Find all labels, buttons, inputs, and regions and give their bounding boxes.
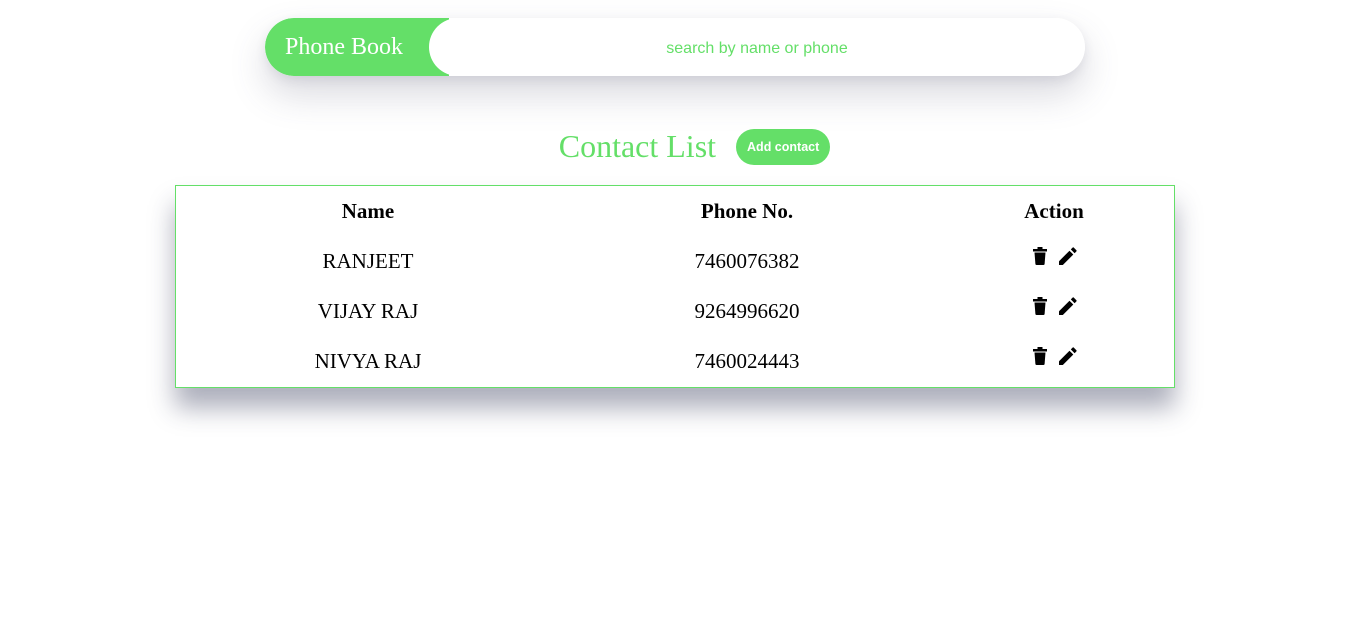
contact-actions [934, 336, 1174, 386]
contact-table: Name Phone No. Action RANJEET 7460076382 [176, 186, 1174, 386]
contact-phone: 7460024443 [694, 348, 800, 373]
column-header-action: Action [1024, 198, 1084, 223]
table-header-row: Name Phone No. Action [176, 186, 1174, 236]
contact-name: RANJEET [322, 248, 414, 273]
contact-name: NIVYA RAJ [314, 348, 422, 373]
column-header-name: Name [341, 198, 395, 223]
action-group [1031, 246, 1077, 266]
contact-table-container: Name Phone No. Action RANJEET 7460076382 [175, 185, 1175, 388]
contact-actions [934, 286, 1174, 336]
page-title: Contact List [558, 128, 717, 164]
contact-actions [934, 236, 1174, 286]
search-field-wrapper[interactable] [429, 18, 1085, 76]
pencil-icon[interactable] [1059, 296, 1077, 316]
contact-phone: 9264996620 [694, 298, 800, 323]
trash-icon[interactable] [1031, 246, 1049, 266]
contact-name: VIJAY RAJ [317, 298, 419, 323]
action-group [1031, 346, 1077, 366]
trash-icon[interactable] [1031, 346, 1049, 366]
search-bar: Phone Book [265, 18, 1085, 76]
trash-icon[interactable] [1031, 296, 1049, 316]
list-header: Contact List Add contact [0, 128, 1357, 165]
table-row: NIVYA RAJ 7460024443 [176, 336, 1174, 386]
search-input[interactable] [429, 18, 1085, 76]
contact-phone: 7460076382 [694, 248, 800, 273]
action-group [1031, 296, 1077, 316]
pencil-icon[interactable] [1059, 246, 1077, 266]
pencil-icon[interactable] [1059, 346, 1077, 366]
app-title: Phone Book [265, 18, 449, 76]
add-contact-button[interactable]: Add contact [736, 128, 831, 165]
column-header-phone: Phone No. [700, 198, 794, 223]
table-row: RANJEET 7460076382 [176, 236, 1174, 286]
table-row: VIJAY RAJ 9264996620 [176, 286, 1174, 336]
